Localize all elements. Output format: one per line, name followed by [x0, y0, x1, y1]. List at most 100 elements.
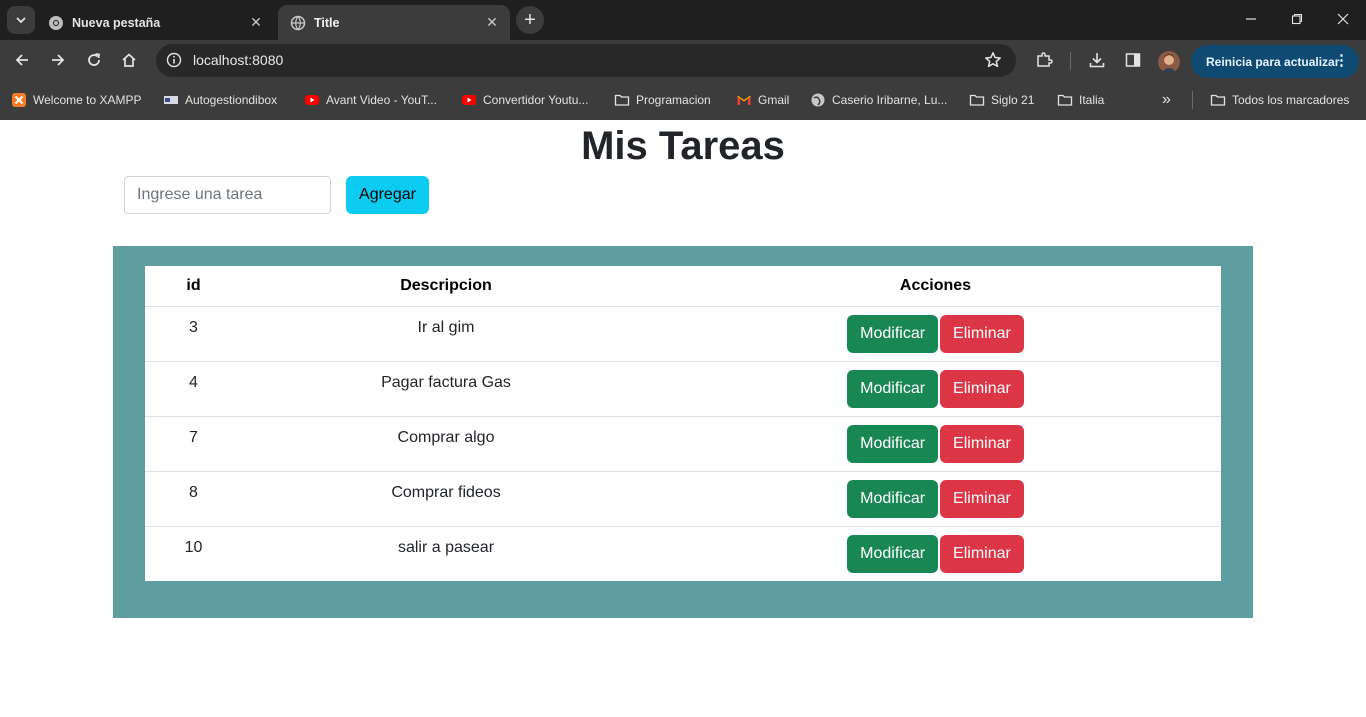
restore-icon	[1291, 13, 1303, 25]
delete-button[interactable]: Eliminar	[940, 534, 1024, 573]
task-description: Ir al gim	[242, 306, 650, 362]
new-tab-button[interactable]: +	[516, 6, 544, 34]
bookmark-label: Siglo 21	[991, 93, 1035, 107]
plus-icon: +	[524, 8, 536, 31]
bookmark-autogestiondibox[interactable]: Autogestiondibox	[163, 90, 277, 110]
task-actions: Modificar Eliminar	[650, 416, 1221, 472]
extensions-button[interactable]	[1030, 46, 1058, 74]
add-task-button[interactable]: Agregar	[346, 176, 429, 214]
bookmark-folder-programacion[interactable]: Programacion	[614, 90, 711, 110]
modify-button[interactable]: Modificar	[847, 479, 939, 518]
table-row: 4 Pagar factura Gas Modificar Eliminar	[145, 361, 1221, 417]
close-tab-icon[interactable]: ✕	[246, 13, 266, 33]
bookmark-convertidor-youtube[interactable]: Convertidor Youtu...	[461, 90, 588, 110]
task-description: Comprar fideos	[242, 471, 650, 527]
task-description: Comprar algo	[242, 416, 650, 472]
bookmark-star-icon[interactable]	[982, 49, 1004, 71]
site-info-icon[interactable]	[162, 48, 186, 72]
dibox-icon	[163, 92, 179, 108]
tasks-table: id Descripcion Acciones 3 Ir al gim Modi…	[145, 266, 1221, 581]
modify-button[interactable]: Modificar	[847, 424, 939, 463]
folder-icon	[1210, 92, 1226, 108]
puzzle-icon	[1037, 52, 1053, 67]
task-id: 8	[145, 471, 242, 527]
bookmark-label: Todos los marcadores	[1232, 93, 1350, 107]
bookmark-gmail[interactable]: Gmail	[736, 90, 789, 110]
double-chevron-right-icon: »	[1162, 91, 1171, 108]
profile-avatar[interactable]	[1158, 51, 1180, 73]
tab-search-button[interactable]	[7, 6, 35, 34]
bookmark-caserio-iribarne[interactable]: Caserio Iribarne, Lu...	[810, 90, 947, 110]
delete-button[interactable]: Eliminar	[940, 314, 1024, 353]
modify-button[interactable]: Modificar	[847, 534, 939, 573]
modify-button[interactable]: Modificar	[847, 314, 939, 353]
task-description: salir a pasear	[397, 538, 495, 556]
globe-icon	[290, 15, 306, 31]
folder-icon	[614, 92, 630, 108]
download-icon	[1089, 53, 1105, 68]
bookmark-label: Italia	[1079, 93, 1105, 107]
bookmarks-overflow-button[interactable]: »	[1162, 90, 1171, 110]
more-vert-icon: ⋮	[1334, 52, 1349, 69]
page-title: Mis Tareas	[581, 124, 785, 168]
tab-title: Title	[314, 15, 340, 30]
delete-button[interactable]: Eliminar	[940, 479, 1024, 518]
bookmark-welcome-xampp[interactable]: Welcome to XAMPP	[11, 90, 141, 110]
task-description: Pagar factura Gas	[242, 361, 650, 417]
bookmark-folder-italia[interactable]: Italia	[1057, 90, 1104, 110]
address-bar[interactable]: localhost:8080	[156, 44, 1016, 77]
back-button[interactable]	[8, 46, 36, 74]
reload-icon	[88, 53, 101, 66]
task-actions: Modificar Eliminar	[650, 526, 1221, 581]
table-row: 3 Ir al gim Modificar Eliminar	[145, 306, 1221, 362]
bookmark-label: Autogestiondibox	[185, 93, 278, 107]
task-input[interactable]	[124, 176, 331, 214]
youtube-icon	[304, 92, 320, 108]
page-content: Mis Tareas Agregar id Descripcion Accion…	[0, 120, 1366, 717]
youtube-icon	[461, 92, 477, 108]
tab-title-active[interactable]: Title ✕	[278, 5, 510, 40]
forward-button[interactable]	[44, 46, 72, 74]
delete-button[interactable]: Eliminar	[940, 369, 1024, 408]
column-header-descripcion: Descripcion	[242, 266, 650, 307]
bookmark-label: Welcome to XAMPP	[33, 93, 142, 107]
bookmark-label: Programacion	[636, 93, 711, 107]
reload-button[interactable]	[80, 46, 108, 74]
side-panel-button[interactable]	[1119, 46, 1147, 74]
tab-title: Nueva pestaña	[72, 15, 161, 30]
task-id: 10	[184, 538, 203, 556]
downloads-button[interactable]	[1083, 46, 1111, 74]
modify-button[interactable]: Modificar	[847, 369, 939, 408]
close-tab-icon[interactable]: ✕	[482, 13, 502, 33]
close-window-button[interactable]	[1320, 0, 1366, 38]
chrome-icon	[48, 15, 64, 31]
restore-button[interactable]	[1274, 0, 1320, 38]
bookmarks-divider	[1192, 91, 1193, 109]
gmail-icon	[736, 92, 752, 108]
tasks-table-container: id Descripcion Acciones 3 Ir al gim Modi…	[113, 246, 1253, 618]
minimize-button[interactable]	[1228, 0, 1274, 38]
table-row: 7 Comprar algo Modificar Eliminar	[145, 416, 1221, 472]
bookmark-folder-siglo-21[interactable]: Siglo 21	[969, 90, 1034, 110]
task-id: 3	[145, 306, 242, 362]
tab-nueva-pestana[interactable]: Nueva pestaña ✕	[36, 5, 274, 40]
bookmark-all-bookmarks[interactable]: Todos los marcadores	[1210, 90, 1349, 110]
task-id: 7	[145, 416, 242, 472]
bookmark-label: Caserio Iribarne, Lu...	[832, 93, 948, 107]
bookmarks-bar: Welcome to XAMPP Autogestiondibox Avant …	[0, 80, 1366, 120]
delete-button[interactable]: Eliminar	[940, 424, 1024, 463]
restart-to-update-button[interactable]: Reinicia para actualizar ⋮	[1191, 45, 1359, 78]
task-id: 4	[145, 361, 242, 417]
bookmark-label: Convertidor Youtu...	[483, 93, 589, 107]
table-header-row: id Descripcion Acciones	[145, 266, 1221, 307]
column-header-acciones: Acciones	[650, 266, 1221, 307]
close-icon	[1337, 13, 1349, 25]
task-actions: Modificar Eliminar	[650, 471, 1221, 527]
side-panel-icon	[1125, 53, 1141, 67]
globe-icon	[810, 92, 826, 108]
bookmark-avant-video[interactable]: Avant Video - YouT...	[304, 90, 437, 110]
column-header-id: id	[145, 266, 242, 307]
browser-tab-bar: Nueva pestaña ✕ Title ✕ +	[0, 0, 1366, 40]
xampp-icon	[11, 92, 27, 108]
home-button[interactable]	[115, 46, 143, 74]
